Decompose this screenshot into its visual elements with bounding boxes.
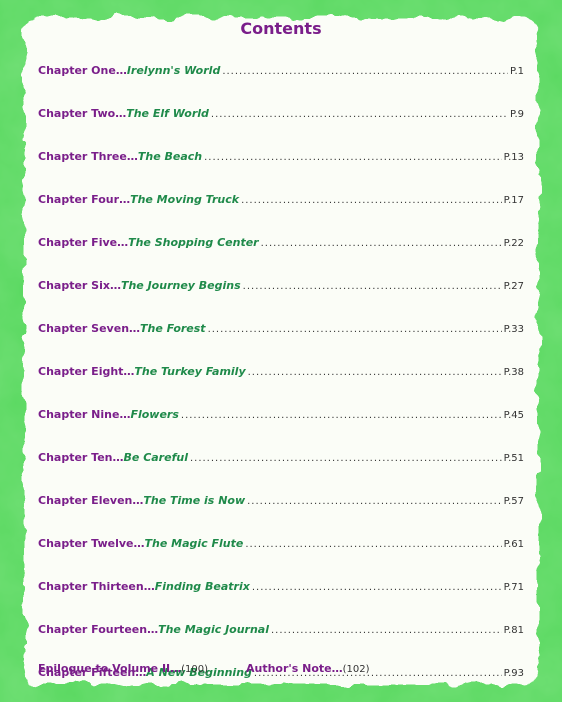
- chapter-title: The Moving Truck: [130, 193, 240, 206]
- chapter-number: Chapter Thirteen: [38, 580, 144, 593]
- separator: …: [129, 322, 141, 335]
- dot-leader: [181, 407, 502, 425]
- page-number: P.9: [509, 109, 524, 120]
- dot-leader: [261, 235, 502, 253]
- chapter-title: The Magic Flute: [144, 537, 244, 550]
- chapter-number: Chapter Two: [38, 107, 116, 120]
- separator: …: [143, 580, 155, 593]
- dot-leader: [248, 364, 502, 382]
- chapter-number: Chapter Twelve: [38, 537, 134, 550]
- dot-leader: [245, 536, 501, 554]
- toc-entry: Chapter Four…The Moving Truck P.17: [38, 191, 524, 209]
- dot-leader: [222, 63, 508, 81]
- dot-leader: [241, 192, 502, 210]
- page-number: P.27: [503, 281, 524, 292]
- page-number: P.57: [503, 496, 524, 507]
- toc-entry: Chapter Eleven…The Time is Now P.57: [38, 492, 524, 510]
- chapter-number: Chapter Seven: [38, 322, 130, 335]
- authors-note-page: (102): [342, 664, 370, 675]
- authors-note-label: Author's Note…: [246, 662, 343, 675]
- page-number: P.93: [503, 668, 524, 679]
- toc-entry: Chapter Eight…The Turkey Family P.38: [38, 363, 524, 381]
- epilogue-page: (100): [181, 664, 209, 675]
- chapter-number: Chapter Four: [38, 193, 120, 206]
- chapter-number: Chapter Eight: [38, 365, 124, 378]
- epilogue-entry: Epilogue to Volume II…(100): [38, 661, 208, 678]
- page-number: P.33: [503, 324, 524, 335]
- chapter-title: The Journey Begins: [120, 279, 241, 292]
- separator: …: [132, 494, 144, 507]
- toc-entry: Chapter Six…The Journey Begins P.27: [38, 277, 524, 295]
- page-number: P.61: [503, 539, 524, 550]
- chapter-title: The Elf World: [126, 107, 209, 120]
- dot-leader: [211, 106, 508, 124]
- page-number: P.45: [503, 410, 524, 421]
- toc-entry: Chapter Five…The Shopping Center P.22: [38, 234, 524, 252]
- separator: …: [115, 64, 127, 77]
- chapter-title: The Time is Now: [143, 494, 246, 507]
- chapter-number: Chapter Ten: [38, 451, 113, 464]
- page-number: P.17: [503, 195, 524, 206]
- chapter-number: Chapter Three: [38, 150, 127, 163]
- chapter-number: Chapter Eleven: [38, 494, 133, 507]
- epilogue-label: Epilogue to Volume II…: [38, 662, 182, 675]
- page-number: P.1: [509, 66, 524, 77]
- toc-entry: Chapter Ten…Be Careful P.51: [38, 449, 524, 467]
- dot-leader: [243, 278, 502, 296]
- chapter-title: The Shopping Center: [128, 236, 259, 249]
- separator: …: [112, 451, 124, 464]
- separator: …: [119, 193, 131, 206]
- separator: …: [126, 150, 138, 163]
- page-number: P.38: [503, 367, 524, 378]
- toc-entry: Chapter One…Irelynn's World P.1: [38, 62, 524, 80]
- authors-note-entry: Author's Note…(102): [246, 661, 370, 678]
- separator: …: [115, 107, 127, 120]
- chapter-number: Chapter Six: [38, 279, 110, 292]
- toc-entry: Chapter Seven…The Forest P.33: [38, 320, 524, 338]
- separator: …: [133, 537, 145, 550]
- dot-leader: [208, 321, 502, 339]
- chapter-title: The Beach: [137, 150, 203, 163]
- dot-leader: [190, 450, 502, 468]
- page-title: Contents: [240, 19, 322, 38]
- chapter-number: Chapter Five: [38, 236, 118, 249]
- dot-leader: [204, 149, 502, 167]
- page-number: P.13: [503, 152, 524, 163]
- chapter-title: Flowers: [130, 408, 179, 421]
- separator: …: [119, 408, 131, 421]
- toc-entry: Chapter Thirteen…Finding Beatrix P.71: [38, 578, 524, 596]
- toc-entry: Chapter Two…The Elf World P.9: [38, 105, 524, 123]
- chapter-title: The Forest: [140, 322, 206, 335]
- chapter-title: Be Careful: [123, 451, 188, 464]
- toc-entry: Chapter Twelve…The Magic Flute P.61: [38, 535, 524, 553]
- spacer-2: [38, 622, 524, 640]
- page-number: P.22: [503, 238, 524, 249]
- page-number: P.51: [503, 453, 524, 464]
- chapter-number: Chapter Nine: [38, 408, 120, 421]
- separator: …: [117, 236, 129, 249]
- separator: …: [109, 279, 121, 292]
- chapter-title: Finding Beatrix: [154, 580, 250, 593]
- page-number: P.71: [503, 582, 524, 593]
- toc-entry: Chapter Nine…Flowers P.45: [38, 406, 524, 424]
- toc-entry: Chapter Three…The Beach P.13: [38, 148, 524, 166]
- chapter-number: Chapter One: [38, 64, 116, 77]
- chapter-title: Irelynn's World: [126, 64, 221, 77]
- chapter-title: The Turkey Family: [134, 365, 246, 378]
- dot-leader: [247, 493, 501, 511]
- dot-leader: [252, 579, 502, 597]
- separator: …: [123, 365, 135, 378]
